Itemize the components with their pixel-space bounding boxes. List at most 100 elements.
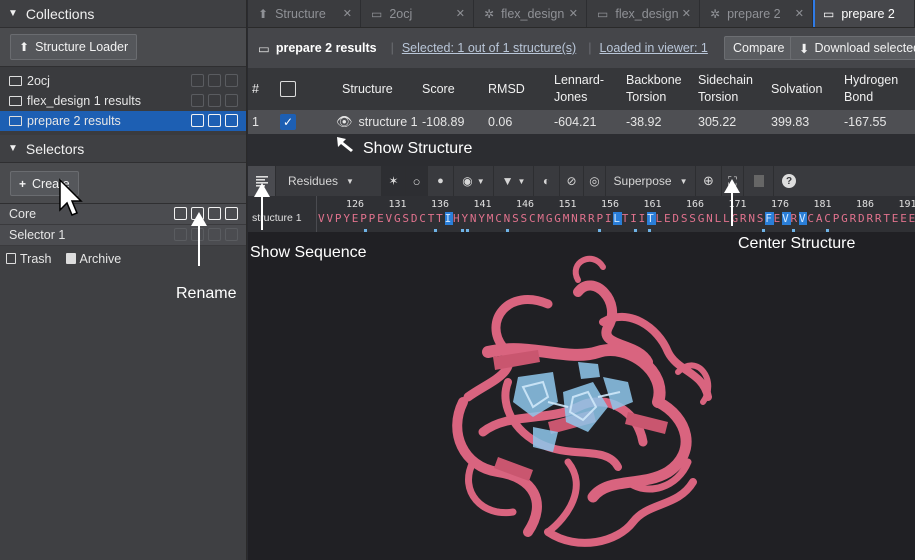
residue[interactable]: D xyxy=(672,212,680,225)
contrast-button[interactable]: ◐ xyxy=(534,166,560,196)
residue[interactable]: L xyxy=(613,212,622,225)
tab-2ocj[interactable]: ▭ 2ocj ✕ xyxy=(361,0,474,27)
row-checkbox[interactable]: ✓ xyxy=(280,114,296,130)
residue[interactable]: S xyxy=(402,212,410,225)
table-row[interactable]: 1 ✓ 👁 structure 1 -108.89 0.06 -604.21 -… xyxy=(248,110,915,134)
residue[interactable]: I xyxy=(444,212,453,225)
selected-count-link[interactable]: Selected: 1 out of 1 structure(s) xyxy=(402,41,576,55)
residue[interactable]: N xyxy=(748,212,756,225)
close-icon[interactable]: ✕ xyxy=(456,7,465,20)
col-structure[interactable]: Structure xyxy=(336,68,422,110)
archive-icon[interactable] xyxy=(208,114,221,127)
residue[interactable]: S xyxy=(512,212,520,225)
residue[interactable]: T xyxy=(428,212,436,225)
trash-icon[interactable] xyxy=(225,74,238,87)
tab-structure-loader[interactable]: ⬆ Structure ✕ xyxy=(248,0,361,27)
panel-toggle-button[interactable] xyxy=(744,166,774,196)
collection-item-2ocj[interactable]: 2ocj xyxy=(0,71,246,91)
residue[interactable]: G xyxy=(554,212,562,225)
collection-item-flex-design[interactable]: flex_design 1 results xyxy=(0,91,246,111)
col-index[interactable]: # xyxy=(248,68,280,110)
residue[interactable]: C xyxy=(419,212,427,225)
residue[interactable]: P xyxy=(833,212,841,225)
help-button[interactable]: ? xyxy=(774,166,804,196)
trash-icon[interactable] xyxy=(225,207,238,220)
residue[interactable]: V xyxy=(326,212,334,225)
residue[interactable]: E xyxy=(909,212,915,225)
show-button[interactable]: ◎ xyxy=(584,166,606,196)
residue[interactable]: M xyxy=(487,212,495,225)
col-sidechain-torsion[interactable]: Sidechain Torsion xyxy=(698,68,771,110)
tab-prepare-2-job[interactable]: ✲ prepare 2 ✕ xyxy=(700,0,813,27)
col-rmsd[interactable]: RMSD xyxy=(488,68,554,110)
archive-icon[interactable] xyxy=(208,94,221,107)
tab-prepare-2-results[interactable]: ▭ prepare 2 xyxy=(813,0,915,27)
residue[interactable]: L xyxy=(715,212,723,225)
residue[interactable]: T xyxy=(883,212,891,225)
residue[interactable]: C xyxy=(824,212,832,225)
lasso-button[interactable]: ○ xyxy=(406,166,428,196)
edit-icon[interactable] xyxy=(191,94,204,107)
residue[interactable]: M xyxy=(563,212,571,225)
residue[interactable]: S xyxy=(689,212,697,225)
residue[interactable]: T xyxy=(647,212,656,225)
collections-header[interactable]: ▼ Collections xyxy=(0,0,246,27)
col-lennard-jones[interactable]: Lennard-Jones xyxy=(554,68,626,110)
close-icon[interactable]: ✕ xyxy=(682,7,691,20)
close-icon[interactable]: ✕ xyxy=(569,7,578,20)
residue[interactable]: E xyxy=(377,212,385,225)
trash-link[interactable]: Trash xyxy=(6,252,52,266)
residue[interactable]: A xyxy=(816,212,824,225)
residue[interactable]: V xyxy=(782,212,791,225)
tab-flex-design-results[interactable]: ▭ flex_design ✕ xyxy=(587,0,700,27)
close-icon[interactable]: ✕ xyxy=(343,7,352,20)
archive-icon[interactable] xyxy=(208,74,221,87)
residues-dropdown[interactable]: Residues ▼ xyxy=(276,166,382,196)
residue[interactable]: Y xyxy=(461,212,469,225)
eye-icon[interactable]: 👁 xyxy=(336,114,353,130)
residue[interactable]: E xyxy=(352,212,360,225)
collection-item-prepare-2[interactable]: prepare 2 results xyxy=(0,111,246,131)
tab-flex-design-job[interactable]: ✲ flex_design ✕ xyxy=(474,0,587,27)
residue[interactable]: F xyxy=(765,212,774,225)
archive-link[interactable]: Archive xyxy=(65,252,121,266)
selector-item-core[interactable]: Core xyxy=(0,204,246,225)
residue[interactable]: R xyxy=(866,212,874,225)
residue[interactable]: S xyxy=(521,212,529,225)
residue[interactable]: G xyxy=(546,212,554,225)
trash-icon[interactable] xyxy=(225,228,238,241)
residue[interactable]: E xyxy=(892,212,900,225)
residue[interactable]: R xyxy=(850,212,858,225)
selectors-header[interactable]: ▼ Selectors xyxy=(0,135,246,162)
loaded-in-viewer-link[interactable]: Loaded in viewer: 1 xyxy=(599,41,707,55)
residue[interactable]: Y xyxy=(343,212,351,225)
col-solvation[interactable]: Solvation xyxy=(771,68,844,110)
col-hydrogen-bond[interactable]: Hydrogen Bond xyxy=(844,68,914,110)
residue[interactable]: P xyxy=(360,212,368,225)
trash-icon[interactable] xyxy=(225,114,238,127)
residue[interactable]: T xyxy=(436,212,444,225)
residue[interactable]: P xyxy=(369,212,377,225)
external-link-icon[interactable] xyxy=(174,207,187,220)
selection-mode-button[interactable]: ✶ xyxy=(382,166,406,196)
residue[interactable]: N xyxy=(571,212,579,225)
structure-loader-button[interactable]: ⬆ Structure Loader xyxy=(10,34,138,60)
residue[interactable]: M xyxy=(537,212,545,225)
residue[interactable]: T xyxy=(622,212,630,225)
edit-icon[interactable] xyxy=(191,114,204,127)
3d-structure-viewer[interactable] xyxy=(248,232,915,560)
residue[interactable]: G xyxy=(841,212,849,225)
residue[interactable]: I xyxy=(639,212,647,225)
residue[interactable]: C xyxy=(495,212,503,225)
trash-icon[interactable] xyxy=(225,94,238,107)
residue[interactable]: R xyxy=(580,212,588,225)
download-selected-button[interactable]: ⬇ Download selected xyxy=(790,36,915,60)
edit-icon[interactable] xyxy=(191,74,204,87)
residue[interactable]: D xyxy=(411,212,419,225)
col-backbone-torsion[interactable]: Backbone Torsion xyxy=(626,68,698,110)
select-all-checkbox[interactable] xyxy=(280,81,296,97)
superpose-dropdown[interactable]: Superpose ▼ xyxy=(606,166,696,196)
col-score[interactable]: Score xyxy=(422,68,488,110)
compare-button[interactable]: Compare xyxy=(724,36,794,60)
filter-dropdown[interactable]: ▼ ▼ xyxy=(494,166,534,196)
